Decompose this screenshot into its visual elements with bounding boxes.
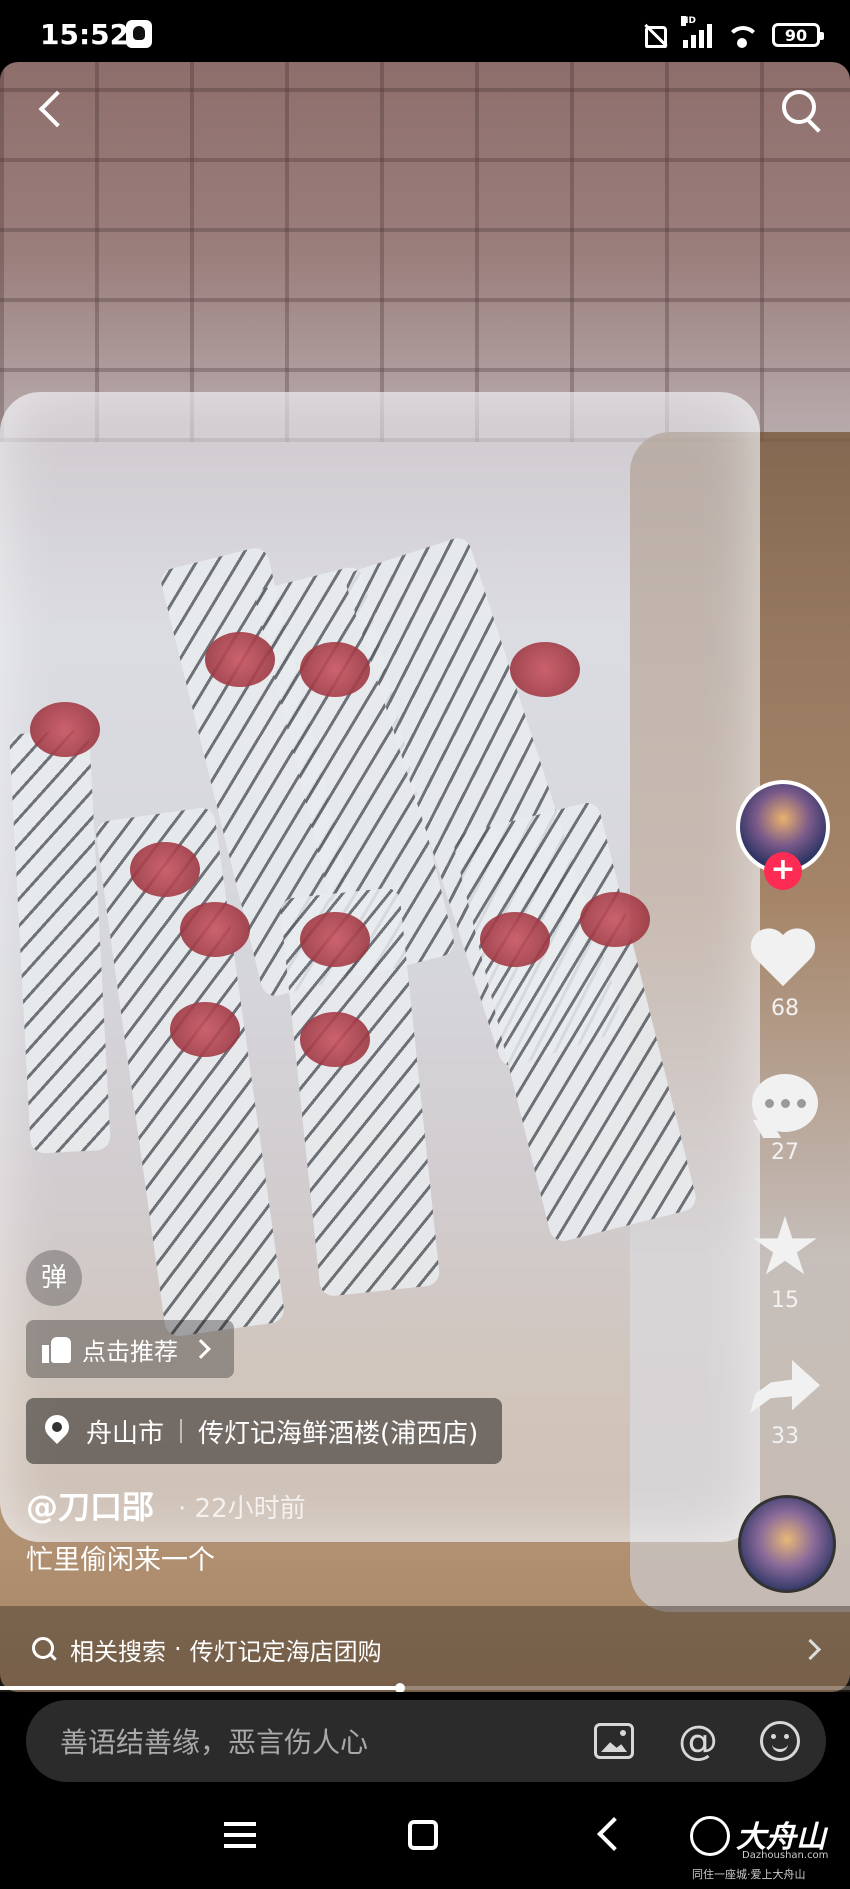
- sausage-slice: [30, 702, 100, 757]
- sausage-slice: [130, 842, 200, 897]
- comment-button[interactable]: 27: [740, 1074, 830, 1165]
- author-name[interactable]: @刀口郘: [26, 1482, 154, 1528]
- battery-level: 90: [784, 25, 808, 45]
- favorite-count: 15: [771, 1288, 799, 1313]
- search-mini-icon: [32, 1637, 56, 1661]
- post-time: · 22小时前: [178, 1494, 306, 1524]
- watermark-slogan: 同住一座城·爱上大舟山: [692, 1868, 806, 1881]
- location-divider: [180, 1419, 183, 1443]
- heart-icon: [752, 930, 818, 988]
- sausage-slice: [480, 912, 550, 967]
- fish-piece: [9, 730, 111, 1154]
- location-pin-icon: [44, 1415, 70, 1447]
- video-progress-bar[interactable]: [0, 1683, 850, 1693]
- location-city: 舟山市: [86, 1418, 165, 1449]
- at-icon[interactable]: @: [678, 1721, 718, 1761]
- share-count: 33: [771, 1424, 799, 1449]
- share-button[interactable]: 33: [740, 1360, 830, 1449]
- related-search-separator: ·: [174, 1635, 182, 1663]
- comment-count: 27: [771, 1140, 799, 1165]
- watermark-domain: Dazhoushan.com: [742, 1850, 829, 1861]
- like-button[interactable]: 68: [740, 930, 830, 1021]
- network-badge: HD: [681, 16, 697, 26]
- qq-notification-icon: [126, 20, 152, 48]
- video-background-pavement: [0, 62, 850, 442]
- watermark: 大舟山 Dazhoushan.com 同住一座城·爱上大舟山: [690, 1808, 840, 1886]
- sausage-slice: [510, 642, 580, 697]
- signal-icon: HD: [681, 16, 712, 48]
- like-count: 68: [771, 996, 799, 1021]
- location-tag[interactable]: 舟山市 传灯记海鲜酒楼(浦西店): [26, 1398, 503, 1464]
- watermark-logo-icon: [690, 1816, 730, 1856]
- comment-icon: [752, 1074, 818, 1132]
- mute-icon: [639, 22, 669, 48]
- emoji-icon[interactable]: [760, 1721, 800, 1761]
- location-place: 传灯记海鲜酒楼(浦西店): [198, 1418, 479, 1449]
- status-time: 15:52: [40, 18, 130, 51]
- video-caption: 忙里偷闲来一个: [26, 1545, 215, 1576]
- comment-input[interactable]: 善语结善缘，恶言伤人心 @: [26, 1700, 826, 1782]
- related-search-query: 传灯记定海店团购: [189, 1637, 382, 1666]
- favorite-button[interactable]: 15: [740, 1216, 830, 1313]
- chevron-right-icon: [799, 1638, 822, 1661]
- sausage-slice: [300, 912, 370, 967]
- status-icons: HD 90: [639, 16, 824, 50]
- image-icon[interactable]: [594, 1723, 634, 1759]
- back-icon[interactable]: [30, 82, 74, 138]
- menu-icon[interactable]: [224, 1822, 256, 1848]
- danmaku-toggle[interactable]: 弹: [24, 1248, 84, 1308]
- star-icon: [753, 1216, 817, 1275]
- sausage-slice: [300, 642, 370, 697]
- sausage-slice: [300, 1012, 370, 1067]
- share-icon: [750, 1360, 820, 1414]
- thumb-up-icon: [42, 1335, 72, 1363]
- related-search-bar[interactable]: 相关搜索 · 传灯记定海店团购: [0, 1606, 850, 1692]
- battery-icon: 90: [772, 23, 824, 47]
- related-search-prefix: 相关搜索: [70, 1637, 166, 1666]
- video-progress-fill: [0, 1686, 400, 1690]
- search-icon[interactable]: [778, 86, 828, 136]
- comment-input-placeholder[interactable]: 善语结善缘，恶言伤人心: [60, 1721, 594, 1761]
- sausage-slice: [180, 902, 250, 957]
- music-disc[interactable]: [738, 1495, 836, 1593]
- sausage-slice: [170, 1002, 240, 1057]
- follow-button[interactable]: +: [764, 852, 802, 890]
- sausage-slice: [205, 632, 275, 687]
- chevron-right-icon: [191, 1339, 211, 1359]
- sausage-slice: [580, 892, 650, 947]
- home-icon[interactable]: [408, 1820, 438, 1850]
- recommend-button[interactable]: 点击推荐: [26, 1320, 234, 1378]
- wifi-icon: [726, 22, 758, 48]
- recommend-label: 点击推荐: [82, 1337, 178, 1366]
